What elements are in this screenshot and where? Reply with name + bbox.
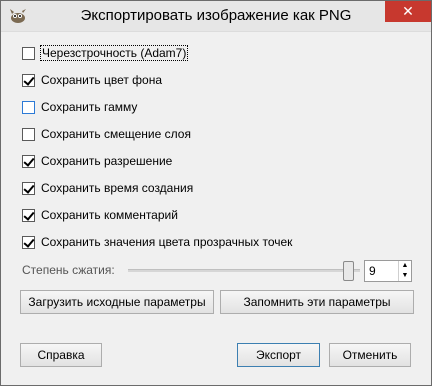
option-label: Сохранить смещение слоя <box>41 127 191 141</box>
compression-value[interactable]: 9 <box>369 264 376 278</box>
spin-up-icon[interactable]: ▲ <box>399 261 411 271</box>
dialog-content: Черезстрочность (Adam7) Сохранить цвет ф… <box>8 32 424 379</box>
cancel-label: Отменить <box>342 348 398 362</box>
title-bar[interactable]: Экспортировать изображение как PNG ✕ <box>1 1 431 32</box>
load-defaults-button[interactable]: Загрузить исходные параметры <box>20 290 214 314</box>
checkbox-save-creation-time[interactable] <box>22 181 35 195</box>
option-label: Сохранить цвет фона <box>41 73 163 87</box>
checkbox-save-resolution[interactable] <box>22 154 35 168</box>
checkbox-save-gamma[interactable] <box>22 100 35 114</box>
spin-down-icon[interactable]: ▼ <box>399 271 411 281</box>
window-title: Экспортировать изображение как PNG <box>80 7 352 24</box>
load-defaults-label: Загрузить исходные параметры <box>28 295 206 309</box>
checkbox-interlacing[interactable] <box>22 46 35 60</box>
compression-spinbox[interactable]: 9 ▲ ▼ <box>364 260 412 282</box>
spin-arrows: ▲ ▼ <box>398 261 411 281</box>
checkbox-save-background[interactable] <box>22 73 35 87</box>
close-icon: ✕ <box>402 3 414 20</box>
help-button[interactable]: Справка <box>20 343 102 367</box>
option-label: Сохранить значения цвета прозрачных точе… <box>41 235 293 249</box>
option-save-transparent-color[interactable]: Сохранить значения цвета прозрачных точе… <box>22 233 292 251</box>
close-button[interactable]: ✕ <box>385 1 431 22</box>
cancel-button[interactable]: Отменить <box>329 343 411 367</box>
compression-slider-track[interactable] <box>128 269 360 272</box>
checkbox-save-transparent-color[interactable] <box>22 235 35 249</box>
checkbox-save-comment[interactable] <box>22 208 35 222</box>
help-label: Справка <box>37 348 85 362</box>
export-label: Экспорт <box>255 348 302 362</box>
option-save-creation-time[interactable]: Сохранить время создания <box>22 179 193 197</box>
option-save-layer-offset[interactable]: Сохранить смещение слоя <box>22 125 191 143</box>
option-label: Сохранить гамму <box>41 100 138 114</box>
save-defaults-label: Запомнить эти параметры <box>243 295 391 309</box>
option-interlacing[interactable]: Черезстрочность (Adam7) <box>22 44 189 62</box>
option-save-gamma[interactable]: Сохранить гамму <box>22 98 137 116</box>
save-defaults-button[interactable]: Запомнить эти параметры <box>220 290 414 314</box>
option-label: Черезстрочность (Adam7) <box>39 45 189 61</box>
option-label: Сохранить комментарий <box>41 208 178 222</box>
compression-label: Степень сжатия: <box>22 263 115 277</box>
option-save-comment[interactable]: Сохранить комментарий <box>22 206 178 224</box>
export-button[interactable]: Экспорт <box>237 343 320 367</box>
compression-slider-thumb[interactable] <box>343 261 354 281</box>
option-save-resolution[interactable]: Сохранить разрешение <box>22 152 172 170</box>
option-save-background[interactable]: Сохранить цвет фона <box>22 71 162 89</box>
export-png-dialog: Экспортировать изображение как PNG ✕ Чер… <box>0 0 432 386</box>
option-label: Сохранить разрешение <box>41 154 173 168</box>
option-label: Сохранить время создания <box>41 181 194 195</box>
checkbox-save-layer-offset[interactable] <box>22 127 35 141</box>
